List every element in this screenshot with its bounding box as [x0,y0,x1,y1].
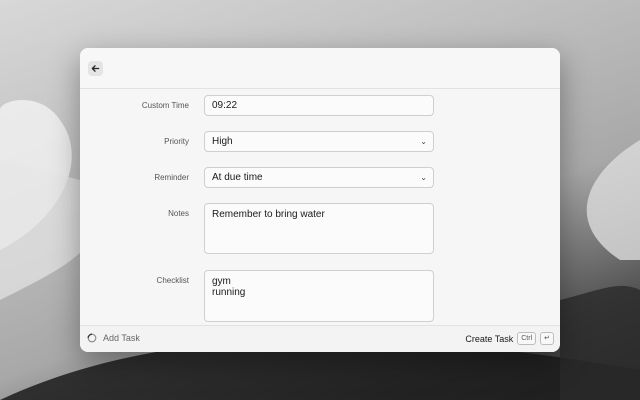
task-form: Custom Time 09:22 Priority High ⌄ Remind… [80,89,560,326]
add-task-label: Add Task [103,333,140,343]
arrow-left-icon [91,65,100,72]
custom-time-value: 09:22 [212,100,238,111]
chevron-down-icon: ⌄ [420,137,427,146]
notes-label: Notes [168,209,189,218]
priority-value: High [212,136,233,147]
desktop-background: Custom Time 09:22 Priority High ⌄ Remind… [0,0,640,400]
create-task-button[interactable]: Create Task Ctrl ↵ [465,332,554,345]
add-task-button[interactable]: Add Task [87,333,140,343]
checklist-item: running [212,287,246,298]
create-task-label: Create Task [465,333,514,344]
ctrl-key-hint: Ctrl [517,332,537,345]
window-titlebar [80,48,560,89]
chevron-down-icon: ⌄ [420,173,427,182]
enter-key-icon: ↵ [540,332,554,345]
reminder-select[interactable]: At due time ⌄ [204,167,434,188]
window-footer: Add Task Create Task Ctrl ↵ [80,325,560,352]
priority-label: Priority [164,137,189,146]
priority-select[interactable]: High ⌄ [204,131,434,152]
reminder-label: Reminder [154,173,189,182]
reminder-value: At due time [212,172,263,183]
checklist-item: gym [212,276,231,287]
custom-time-label: Custom Time [141,101,189,110]
new-task-window: Custom Time 09:22 Priority High ⌄ Remind… [80,48,560,352]
custom-time-input[interactable]: 09:22 [204,95,434,116]
notes-text: Remember to bring water [212,209,325,220]
checklist-label: Checklist [156,276,189,285]
back-button[interactable] [88,61,103,76]
notes-textarea[interactable]: Remember to bring water [204,203,434,254]
checklist-textarea[interactable]: gym running [204,270,434,322]
spinner-icon [87,333,97,343]
